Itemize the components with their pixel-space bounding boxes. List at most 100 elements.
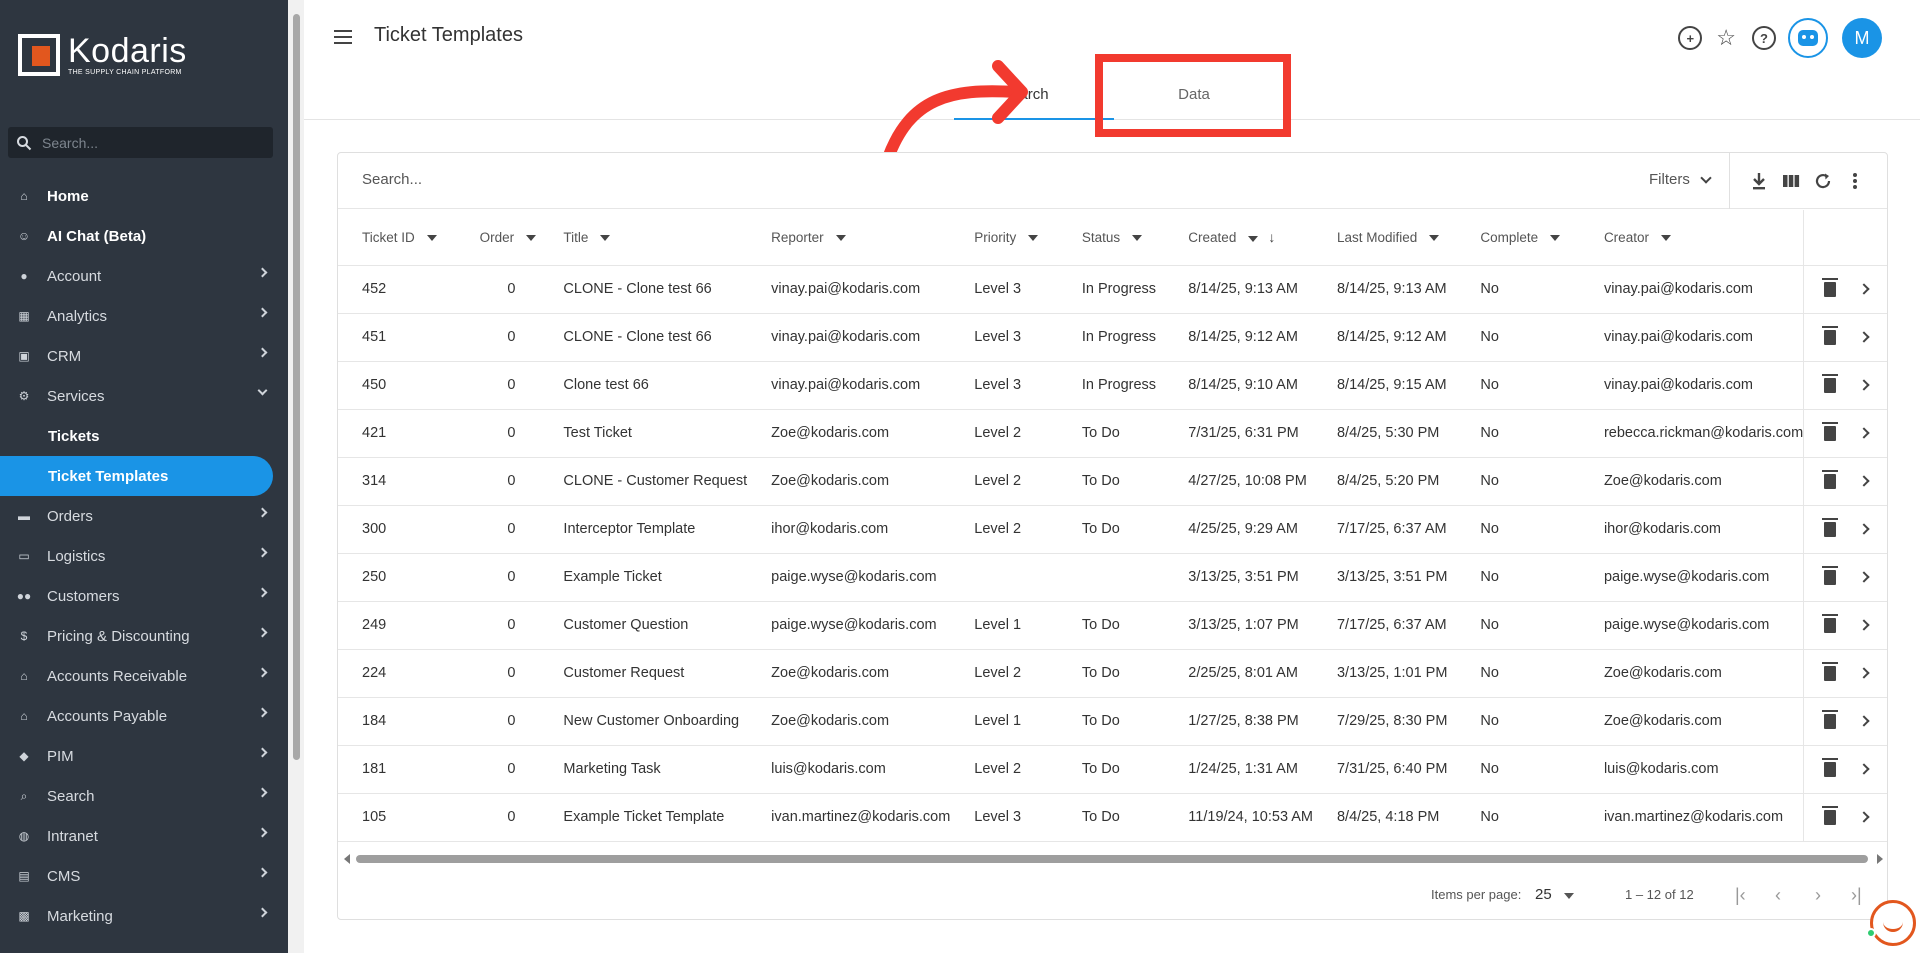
table-row[interactable]: 249 0 Customer Question paige.wyse@kodaris.… — [338, 601, 1887, 650]
sidebar-item-pricing-discounting[interactable]: $ Pricing & Discounting — [0, 616, 288, 656]
column-header-ticket-id[interactable]: Ticket ID — [338, 210, 456, 266]
table-search-input[interactable] — [362, 171, 962, 188]
sidebar-item-pim[interactable]: ◆ PIM — [0, 736, 288, 776]
kodaris-logo[interactable]: Kodaris THE SUPPLY CHAIN PLATFORM — [18, 34, 187, 76]
last-page-icon[interactable]: ›| — [1851, 885, 1862, 906]
chevron-right-icon[interactable] — [1857, 667, 1870, 679]
table-row[interactable]: 421 0 Test Ticket Zoe@kodaris.com Level 2 To … — [338, 409, 1887, 458]
sidebar-scrollbar[interactable] — [288, 0, 304, 953]
column-header-status[interactable]: Status — [1057, 210, 1165, 266]
sidebar-item-orders[interactable]: ▬ Orders — [0, 496, 288, 536]
more-vert-icon[interactable] — [1844, 170, 1866, 192]
table-row[interactable]: 314 0 CLONE - Customer Request Zoe@kodaris.… — [338, 457, 1887, 506]
table-row[interactable]: 451 0 CLONE - Clone test 66 vinay.pai@kodar… — [338, 313, 1887, 362]
chevron-right-icon[interactable] — [1857, 619, 1870, 631]
sort-caret-icon[interactable] — [600, 235, 611, 242]
delete-icon[interactable] — [1821, 661, 1838, 681]
table-row[interactable]: 224 0 Customer Request Zoe@kodaris.com Level… — [338, 649, 1887, 698]
chevron-right-icon[interactable] — [1857, 763, 1870, 775]
delete-icon[interactable] — [1821, 805, 1838, 825]
caret-down-icon[interactable] — [1564, 893, 1574, 899]
sort-caret-icon[interactable] — [1028, 235, 1039, 242]
chevron-right-icon[interactable] — [1857, 523, 1870, 535]
sort-caret-icon[interactable] — [1248, 235, 1259, 242]
column-header-created[interactable]: Created ↓ — [1164, 210, 1313, 266]
table-row[interactable]: 184 0 New Customer Onboarding Zoe@kodaris.c… — [338, 697, 1887, 746]
table-row[interactable]: 105 0 Example Ticket Template ivan.martinez… — [338, 793, 1887, 842]
sidebar-scrollbar-thumb[interactable] — [293, 14, 300, 760]
refresh-icon[interactable] — [1812, 170, 1834, 192]
sidebar-item-cms[interactable]: ▤ CMS — [0, 856, 288, 896]
delete-icon[interactable] — [1821, 373, 1838, 393]
chevron-right-icon[interactable] — [1857, 475, 1870, 487]
previous-page-icon[interactable]: ‹ — [1775, 885, 1781, 906]
help-icon[interactable]: ? — [1752, 26, 1776, 50]
delete-icon[interactable] — [1821, 613, 1838, 633]
scroll-left-icon[interactable] — [344, 854, 350, 864]
filters-dropdown[interactable]: Filters — [1649, 171, 1712, 188]
table-row[interactable]: 452 0 CLONE - Clone test 66 vinay.pai@kodar… — [338, 265, 1887, 314]
chevron-right-icon[interactable] — [1857, 379, 1870, 391]
download-icon[interactable] — [1748, 170, 1770, 192]
sidebar-item-tickets[interactable]: Tickets — [0, 416, 288, 456]
chevron-right-icon[interactable] — [1857, 715, 1870, 727]
chevron-right-icon[interactable] — [1857, 331, 1870, 343]
add-circle-icon[interactable]: + — [1678, 26, 1703, 50]
sidebar-item-account[interactable]: ● Account — [0, 256, 288, 296]
chevron-right-icon[interactable] — [1857, 283, 1870, 295]
sidebar-item-customers[interactable]: ●● Customers — [0, 576, 288, 616]
scroll-right-icon[interactable] — [1877, 854, 1883, 864]
sidebar-item-search[interactable]: ⌕ Search — [0, 776, 288, 816]
column-header-creator[interactable]: Creator — [1579, 210, 1804, 266]
delete-icon[interactable] — [1821, 325, 1838, 345]
delete-icon[interactable] — [1821, 469, 1838, 489]
delete-icon[interactable] — [1821, 421, 1838, 441]
sidebar-item-accounts-receivable[interactable]: ⌂ Accounts Receivable — [0, 656, 288, 696]
table-row[interactable]: 300 0 Interceptor Template ihor@kodaris.com… — [338, 505, 1887, 554]
chevron-right-icon[interactable] — [1857, 427, 1870, 439]
sidebar-item-home[interactable]: ⌂ Home — [0, 176, 288, 216]
horizontal-scrollbar[interactable] — [342, 852, 1885, 866]
table-row[interactable]: 181 0 Marketing Task luis@kodaris.com Level … — [338, 745, 1887, 794]
sidebar-item-marketing[interactable]: ▩ Marketing — [0, 896, 288, 936]
sidebar-item-ticket-templates[interactable]: Ticket Templates — [0, 456, 273, 496]
sort-caret-icon[interactable] — [1550, 235, 1561, 242]
sidebar-item-intranet[interactable]: ◍ Intranet — [0, 816, 288, 856]
support-chat-icon[interactable] — [1870, 900, 1916, 946]
sort-caret-icon[interactable] — [835, 235, 846, 242]
sort-caret-icon[interactable] — [1660, 235, 1671, 242]
column-header-reporter[interactable]: Reporter — [747, 210, 951, 266]
user-avatar[interactable]: M — [1842, 18, 1882, 58]
delete-icon[interactable] — [1821, 565, 1838, 585]
column-header-last-modified[interactable]: Last Modified — [1312, 210, 1457, 266]
delete-icon[interactable] — [1821, 277, 1838, 297]
sort-caret-icon[interactable] — [426, 235, 437, 242]
column-header-order[interactable]: Order — [455, 210, 540, 266]
delete-icon[interactable] — [1821, 709, 1838, 729]
horizontal-scrollbar-thumb[interactable] — [356, 855, 1868, 863]
sidebar-item-crm[interactable]: ▣ CRM — [0, 336, 288, 376]
menu-icon[interactable] — [334, 30, 352, 44]
sidebar-item-accounts-payable[interactable]: ⌂ Accounts Payable — [0, 696, 288, 736]
delete-icon[interactable] — [1821, 757, 1838, 777]
column-header-priority[interactable]: Priority — [950, 210, 1058, 266]
column-header-title[interactable]: Title — [539, 210, 748, 266]
sidebar-item-analytics[interactable]: ▦ Analytics — [0, 296, 288, 336]
table-row[interactable]: 250 0 Example Ticket paige.wyse@kodaris.com… — [338, 553, 1887, 602]
next-page-icon[interactable]: › — [1815, 885, 1821, 906]
sidebar-item-ai-chat-beta[interactable]: ☺ AI Chat (Beta) — [0, 216, 288, 256]
items-per-page-select[interactable]: 25 — [1535, 886, 1552, 903]
sort-caret-icon[interactable] — [1132, 235, 1143, 242]
sort-caret-icon[interactable] — [1429, 235, 1440, 242]
chevron-right-icon[interactable] — [1857, 571, 1870, 583]
ai-assistant-button[interactable] — [1788, 18, 1828, 58]
sidebar-search-input[interactable] — [42, 134, 262, 151]
column-header-complete[interactable]: Complete — [1456, 210, 1580, 266]
sort-caret-icon[interactable] — [526, 235, 537, 242]
delete-icon[interactable] — [1821, 517, 1838, 537]
sidebar-item-services[interactable]: ⚙ Services — [0, 376, 288, 416]
columns-icon[interactable] — [1780, 170, 1802, 192]
first-page-icon[interactable]: |‹ — [1735, 885, 1746, 906]
table-row[interactable]: 450 0 Clone test 66 vinay.pai@kodaris.com Le… — [338, 361, 1887, 410]
star-icon[interactable]: ☆ — [1716, 25, 1736, 51]
